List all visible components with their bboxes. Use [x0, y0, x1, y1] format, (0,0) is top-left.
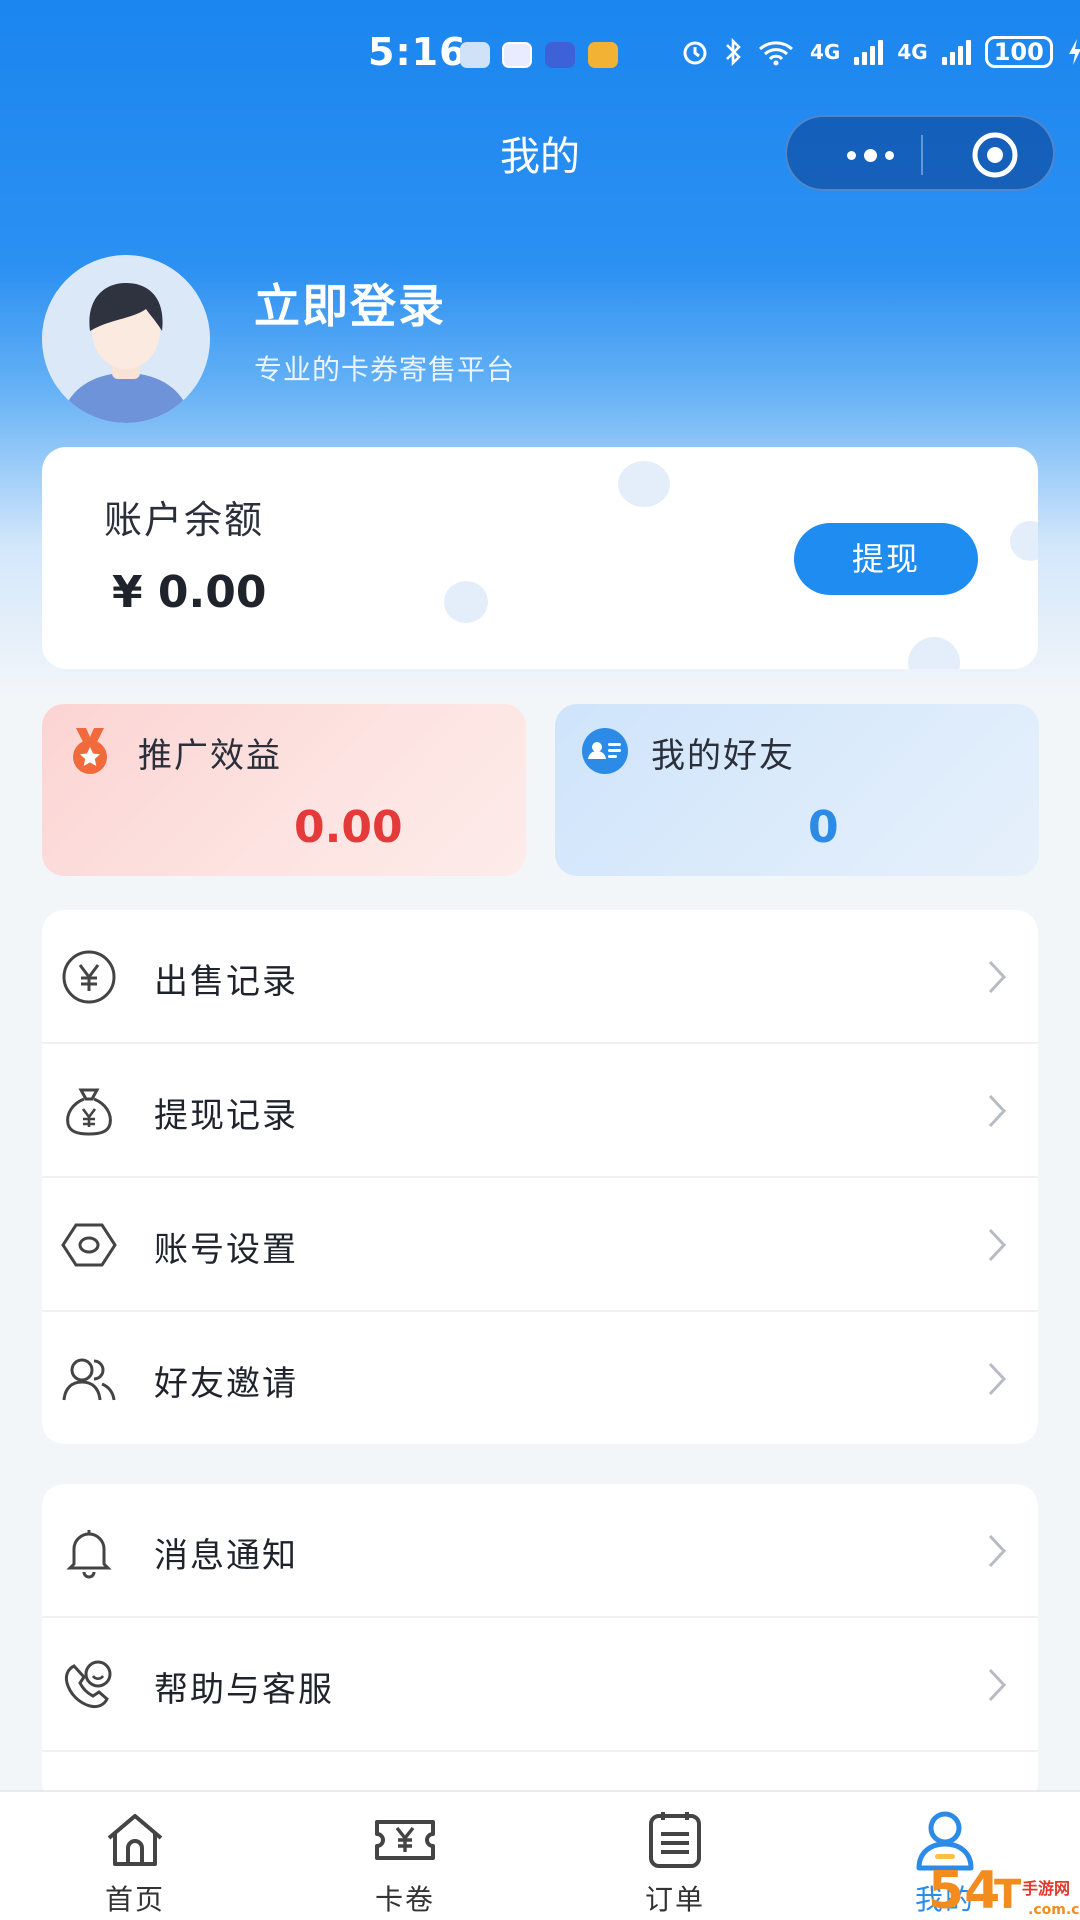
default-avatar-icon — [42, 255, 210, 423]
menu-item-sales-records[interactable]: 出售记录 — [42, 910, 1038, 1044]
menu-group-records: 出售记录 提现记录 账号设置 好友邀请 — [42, 910, 1038, 1444]
battery-indicator: 100 — [984, 36, 1053, 68]
decorative-bubble — [618, 461, 670, 507]
network-type: 4G — [810, 40, 841, 64]
balance-label: 账户余额 — [104, 498, 265, 542]
medal-icon — [73, 728, 107, 774]
chevron-right-icon — [988, 1534, 1007, 1568]
notification-app-icon — [502, 42, 532, 68]
menu-item-help-support[interactable]: 帮助与客服 — [42, 1618, 1038, 1752]
tab-label: 首页 — [104, 1883, 165, 1916]
tab-orders[interactable]: 订单 — [575, 1792, 775, 1920]
menu-item-invite-friends[interactable]: 好友邀请 — [42, 1312, 1038, 1444]
menu-label: 帮助与客服 — [154, 1670, 334, 1710]
miniprogram-capsule — [785, 115, 1055, 191]
svg-text:54: 54 — [928, 1861, 1000, 1920]
status-time: 5:16 — [368, 30, 467, 74]
more-dot-icon — [846, 150, 856, 160]
menu-label: 提现记录 — [154, 1096, 298, 1136]
more-dot-icon — [863, 148, 877, 162]
svg-text:.com.cn: .com.cn — [1028, 1902, 1080, 1918]
chevron-right-icon — [988, 1228, 1007, 1262]
alarm-icon — [683, 41, 707, 65]
menu-label: 账号设置 — [154, 1230, 298, 1270]
balance-card: 账户余额 ¥ 0.00 提现 — [42, 447, 1038, 669]
menu-item-withdraw-records[interactable]: 提现记录 — [42, 1044, 1038, 1178]
yen-circle-icon — [62, 950, 116, 1004]
charging-icon — [1068, 39, 1080, 65]
chevron-right-icon — [988, 1362, 1007, 1396]
promotion-earnings-card[interactable]: 推广效益 0.00 — [42, 704, 526, 876]
tab-label: 订单 — [644, 1883, 705, 1916]
users-icon — [62, 1358, 116, 1401]
chevron-right-icon — [988, 960, 1007, 994]
signal-icon — [854, 39, 884, 65]
tab-cards[interactable]: 卡卷 — [305, 1792, 505, 1920]
order-list-icon — [649, 1812, 701, 1868]
bottom-tab-bar: 首页 卡卷 订单 我的 — [0, 1790, 1080, 1920]
balance-value: ¥ 0.00 — [112, 567, 267, 618]
signal-icon — [941, 39, 971, 65]
withdraw-button[interactable]: 提现 — [794, 523, 978, 595]
decorative-bubble — [908, 637, 960, 669]
menu-label: 好友邀请 — [154, 1364, 298, 1404]
bluetooth-icon — [726, 37, 741, 67]
status-indicators: 4G 4G 100 — [680, 36, 1080, 68]
customer-service-icon — [64, 1660, 112, 1709]
notification-app-icon — [588, 42, 618, 68]
chevron-right-icon — [988, 1668, 1007, 1702]
ticket-icon — [375, 1820, 435, 1860]
login-link[interactable]: 立即登录 — [254, 270, 446, 336]
decorative-bubble — [444, 581, 488, 623]
more-dot-icon — [884, 150, 894, 160]
promotion-earnings-value: 0.00 — [294, 802, 403, 853]
more-menu-button[interactable] — [825, 139, 915, 171]
wifi-icon — [759, 41, 793, 66]
hexagon-settings-icon — [61, 1223, 117, 1267]
menu-group-support: 消息通知 帮助与客服 — [42, 1484, 1038, 1804]
site-watermark-logo: 54 T 手游网 .com.cn — [928, 1861, 1080, 1920]
promotion-earnings-label: 推广效益 — [138, 736, 282, 776]
contact-card-icon — [582, 728, 628, 774]
notification-app-icon — [545, 42, 575, 68]
my-friends-card[interactable]: 我的好友 0 — [555, 704, 1039, 876]
tab-home[interactable]: 首页 — [35, 1792, 235, 1920]
profile-subtitle: 专业的卡券寄售平台 — [254, 353, 516, 386]
status-bar: 5:16 4G 4G 100 — [0, 0, 1080, 110]
svg-text:手游网: 手游网 — [1022, 1879, 1070, 1898]
home-icon — [107, 1814, 163, 1866]
avatar[interactable] — [42, 255, 210, 423]
capsule-divider — [921, 135, 923, 175]
bell-icon — [66, 1530, 112, 1579]
network-type: 4G — [897, 40, 928, 64]
menu-label: 消息通知 — [154, 1536, 298, 1576]
notification-app-icon — [460, 42, 490, 68]
menu-item-account-settings[interactable]: 账号设置 — [42, 1178, 1038, 1312]
svg-text:T: T — [994, 1872, 1022, 1918]
menu-item-notifications[interactable]: 消息通知 — [42, 1484, 1038, 1618]
close-miniprogram-button[interactable] — [971, 131, 1019, 179]
my-friends-label: 我的好友 — [651, 736, 795, 776]
money-bag-icon — [66, 1088, 112, 1136]
menu-label: 出售记录 — [154, 962, 298, 1002]
decorative-bubble — [1010, 521, 1038, 561]
tab-label: 卡卷 — [374, 1883, 435, 1916]
chevron-right-icon — [988, 1094, 1007, 1128]
my-friends-value: 0 — [808, 802, 839, 853]
